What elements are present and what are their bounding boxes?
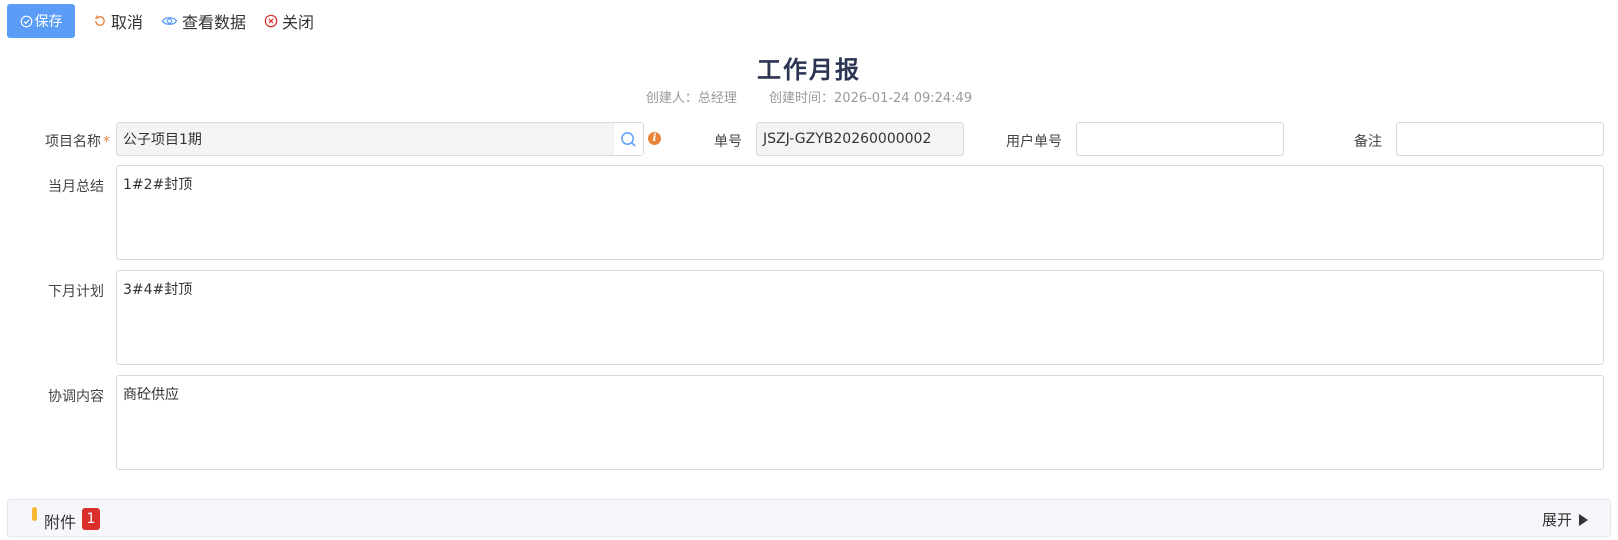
view-data-button[interactable]: 查看数据 xyxy=(161,9,246,33)
cancel-button-label: 取消 xyxy=(111,13,144,32)
close-button-label: 关闭 xyxy=(282,13,315,32)
page-meta: 创建人：总经理 创建时间：2026-01-24 09:24:49 xyxy=(0,87,1618,106)
page-title: 工作月报 xyxy=(757,56,861,84)
cancel-button[interactable]: 取消 xyxy=(93,9,143,33)
user-order-no-label: 用户单号 xyxy=(1006,134,1062,150)
check-circle-icon xyxy=(20,15,32,27)
project-search-button[interactable] xyxy=(613,123,643,155)
attachment-panel-header[interactable]: 附件 1 展开 xyxy=(7,499,1611,537)
coordination-value: 商砼供应 xyxy=(123,387,179,403)
work-monthly-report-page: 保存 取消 查看数据 关闭 工作月报 创建人：总经理 创建时间：2026-01-… xyxy=(0,0,1618,540)
expand-button[interactable]: 展开 xyxy=(1542,509,1588,530)
save-button-label: 保存 xyxy=(34,14,63,30)
caret-right-icon xyxy=(1579,513,1588,526)
refresh-icon xyxy=(94,15,105,26)
attachment-label: 附件 xyxy=(44,513,77,532)
next-month-plan-value: 3#4#封顶 xyxy=(123,282,193,298)
close-circle-icon xyxy=(264,14,278,28)
info-icon[interactable]: i xyxy=(648,132,661,145)
coordination-label: 协调内容 xyxy=(48,389,104,405)
order-no-field: JSZJ-GZYB20260000002 xyxy=(756,122,964,156)
expand-label: 展开 xyxy=(1541,511,1572,529)
save-button[interactable]: 保存 xyxy=(7,4,75,38)
view-data-button-label: 查看数据 xyxy=(182,13,247,32)
remark-label: 备注 xyxy=(1354,134,1382,150)
section-marker xyxy=(32,507,37,521)
order-no-label: 单号 xyxy=(714,134,742,150)
order-no-value: JSZJ-GZYB20260000002 xyxy=(763,131,932,147)
project-name-label: 项目名称 * xyxy=(45,134,110,150)
project-name-value: 公子项目1期 xyxy=(123,132,202,148)
eye-icon xyxy=(161,17,178,25)
month-summary-value: 1#2#封顶 xyxy=(123,177,193,193)
month-summary-label: 当月总结 xyxy=(48,179,104,195)
close-button[interactable]: 关闭 xyxy=(264,9,314,33)
created-time-text: 创建时间：2026-01-24 09:24:49 xyxy=(769,91,973,106)
remark-input[interactable] xyxy=(1396,122,1604,156)
month-summary-textarea[interactable]: 1#2#封顶 xyxy=(116,165,1604,260)
next-month-plan-label: 下月计划 xyxy=(48,284,104,300)
required-marker: * xyxy=(103,134,110,150)
search-icon xyxy=(621,131,636,147)
coordination-textarea[interactable]: 商砼供应 xyxy=(116,375,1604,470)
user-order-no-input[interactable] xyxy=(1076,122,1284,156)
next-month-plan-textarea[interactable]: 3#4#封顶 xyxy=(116,270,1604,365)
project-name-field[interactable]: 公子项目1期 xyxy=(116,122,644,156)
toolbar: 保存 取消 查看数据 关闭 xyxy=(7,4,314,38)
creator-text: 创建人：总经理 xyxy=(645,91,737,106)
attachment-count-badge: 1 xyxy=(82,508,100,530)
